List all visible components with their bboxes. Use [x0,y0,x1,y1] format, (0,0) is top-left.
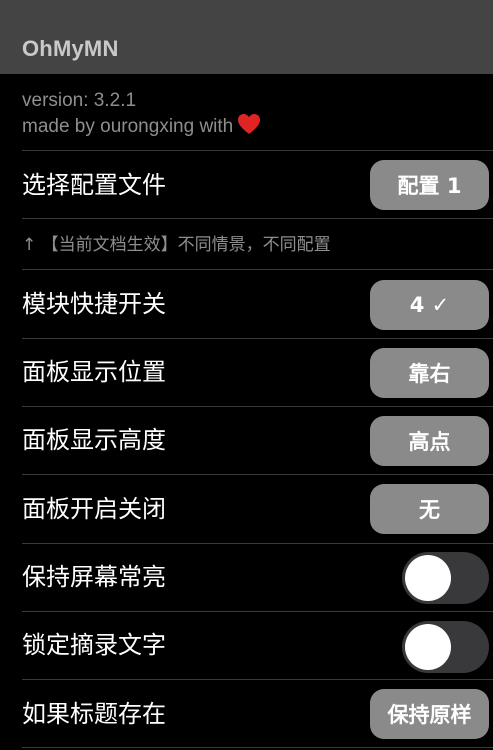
lock-excerpt-toggle[interactable] [402,621,489,673]
panel-position-label: 面板显示位置 [22,358,166,386]
toggle-knob [405,555,451,601]
divider [22,218,493,219]
title-bar: OhMyMN [0,0,493,74]
panel-toggle-button[interactable]: 无 [370,484,489,534]
author-line: made by ourongxing with [22,113,261,142]
divider [22,747,493,748]
info-section: version: 3.2.1 made by ourongxing with [22,88,261,142]
version-text: version: 3.2.1 [22,90,137,111]
profile-note: ↑ 【当前文档生效】不同情景，不同配置 [22,235,331,255]
keep-screen-on-label: 保持屏幕常亮 [22,563,166,591]
divider [22,679,493,680]
panel-toggle-label: 面板开启关闭 [22,495,166,523]
divider [22,338,493,339]
heart-icon [237,113,261,142]
module-switch-label: 模块快捷开关 [22,290,166,318]
title-exists-label: 如果标题存在 [22,700,166,728]
divider [22,269,493,270]
divider [22,406,493,407]
app-title: OhMyMN [22,36,119,61]
title-exists-button[interactable]: 保持原样 [370,689,489,739]
toggle-knob [405,624,451,670]
profile-select-button[interactable]: 配置 1 [370,160,489,210]
panel-position-button[interactable]: 靠右 [370,348,489,398]
panel-height-label: 面板显示高度 [22,426,166,454]
keep-screen-on-toggle[interactable] [402,552,489,604]
divider [22,543,493,544]
divider [22,474,493,475]
divider [22,150,493,151]
author-text: made by ourongxing with [22,116,234,137]
module-switch-button[interactable]: 4 ✓ [370,280,489,330]
divider [22,611,493,612]
profile-label: 选择配置文件 [22,171,166,199]
lock-excerpt-label: 锁定摘录文字 [22,631,166,659]
panel-height-button[interactable]: 高点 [370,416,489,466]
